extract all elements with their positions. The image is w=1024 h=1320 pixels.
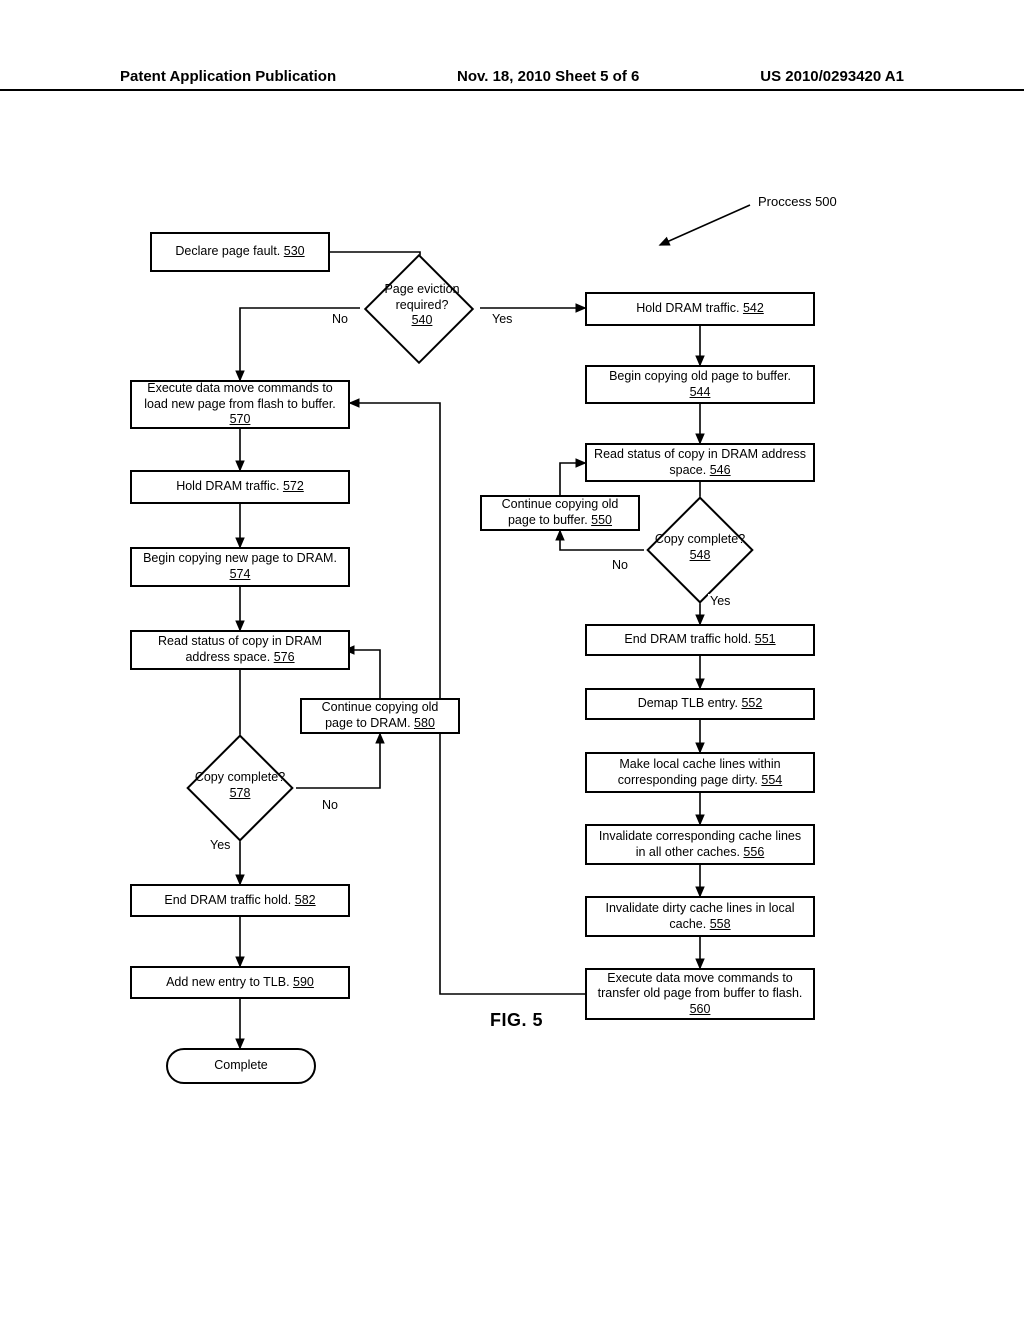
edge-578-yes: Yes: [208, 838, 232, 852]
node-576: Read status of copy in DRAM address spac…: [130, 630, 350, 670]
node-552: Demap TLB entry. 552: [585, 688, 815, 720]
node-570: Execute data move commands to load new p…: [130, 380, 350, 429]
node-574: Begin copying new page to DRAM. 574: [130, 547, 350, 587]
header-right: US 2010/0293420 A1: [760, 68, 904, 85]
header-center: Nov. 18, 2010 Sheet 5 of 6: [457, 68, 639, 85]
page-header: Patent Application Publication Nov. 18, …: [0, 68, 1024, 91]
node-590-text: Add new entry to TLB. 590: [166, 975, 314, 991]
node-558: Invalidate dirty cache lines in local ca…: [585, 896, 815, 937]
node-554-text: Make local cache lines within correspond…: [593, 757, 807, 788]
node-530: Declare page fault. 530: [150, 232, 330, 272]
node-572-text: Hold DRAM traffic. 572: [176, 479, 304, 495]
node-542-text: Hold DRAM traffic. 542: [636, 301, 764, 317]
node-551: End DRAM traffic hold. 551: [585, 624, 815, 656]
node-556-text: Invalidate corresponding cache lines in …: [593, 829, 807, 860]
node-570-text: Execute data move commands to load new p…: [138, 381, 342, 428]
node-554: Make local cache lines within correspond…: [585, 752, 815, 793]
node-548-label: Copy complete?548: [650, 532, 750, 563]
node-552-text: Demap TLB entry. 552: [638, 696, 763, 712]
figure-label: FIG. 5: [490, 1010, 543, 1031]
header-left: Patent Application Publication: [120, 68, 336, 85]
node-582: End DRAM traffic hold. 582: [130, 884, 350, 917]
node-580-text: Continue copying old page to DRAM. 580: [308, 700, 452, 731]
node-558-text: Invalidate dirty cache lines in local ca…: [593, 901, 807, 932]
node-550: Continue copying old page to buffer. 550: [480, 495, 640, 531]
node-551-text: End DRAM traffic hold. 551: [624, 632, 775, 648]
node-complete-text: Complete: [214, 1058, 268, 1074]
node-546-text: Read status of copy in DRAM address spac…: [593, 447, 807, 478]
node-556: Invalidate corresponding cache lines in …: [585, 824, 815, 865]
node-572: Hold DRAM traffic. 572: [130, 470, 350, 504]
process-label: Proccess 500: [756, 194, 839, 209]
node-550-text: Continue copying old page to buffer. 550: [488, 497, 632, 528]
node-560: Execute data move commands to transfer o…: [585, 968, 815, 1020]
node-590: Add new entry to TLB. 590: [130, 966, 350, 999]
edge-540-no: No: [330, 312, 350, 326]
node-560-text: Execute data move commands to transfer o…: [593, 971, 807, 1018]
edge-578-no: No: [320, 798, 340, 812]
node-574-text: Begin copying new page to DRAM. 574: [138, 551, 342, 582]
node-540-label: Page eviction required?540: [372, 282, 472, 329]
edge-548-no: No: [610, 558, 630, 572]
node-546: Read status of copy in DRAM address spac…: [585, 443, 815, 482]
node-544-text: Begin copying old page to buffer.544: [609, 369, 791, 400]
node-542: Hold DRAM traffic. 542: [585, 292, 815, 326]
edge-548-yes: Yes: [708, 594, 732, 608]
node-544: Begin copying old page to buffer.544: [585, 365, 815, 404]
node-582-text: End DRAM traffic hold. 582: [164, 893, 315, 909]
node-576-text: Read status of copy in DRAM address spac…: [138, 634, 342, 665]
edge-540-yes: Yes: [490, 312, 514, 326]
node-580: Continue copying old page to DRAM. 580: [300, 698, 460, 734]
node-530-text: Declare page fault. 530: [175, 244, 304, 260]
node-complete: Complete: [166, 1048, 316, 1084]
node-578-label: Copy complete?578: [190, 770, 290, 801]
flowchart-diagram: Proccess 500 Declare page fault. 530 Pag…: [120, 190, 910, 1240]
